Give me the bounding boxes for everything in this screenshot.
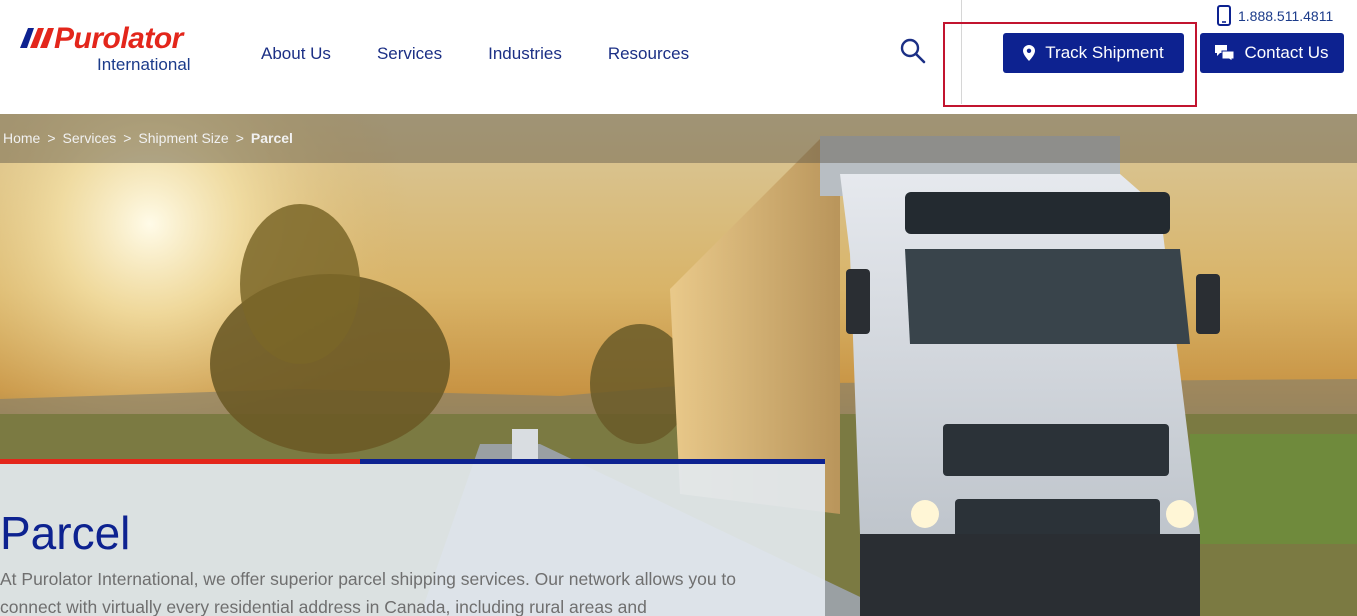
phone-number: 1.888.511.4811 xyxy=(1238,7,1334,24)
breadcrumb: Home > Services > Shipment Size > Parcel xyxy=(3,130,293,146)
breadcrumb-bar: Home > Services > Shipment Size > Parcel xyxy=(0,114,1357,163)
logo-brand-text: Purolator xyxy=(54,22,183,55)
search-icon[interactable] xyxy=(899,37,927,65)
logo-sub-text: International xyxy=(97,55,191,74)
breadcrumb-separator: > xyxy=(235,130,244,146)
phone-icon xyxy=(1217,5,1231,26)
location-pin-icon xyxy=(1023,45,1036,61)
nav-industries[interactable]: Industries xyxy=(488,44,562,64)
header-divider xyxy=(961,0,962,104)
breadcrumb-separator: > xyxy=(123,130,132,146)
nav-about-us[interactable]: About Us xyxy=(261,44,331,64)
contact-us-label: Contact Us xyxy=(1244,43,1329,62)
track-shipment-label: Track Shipment xyxy=(1045,43,1164,62)
hero-banner: Home > Services > Shipment Size > Parcel… xyxy=(0,114,1357,616)
phone-link[interactable]: 1.888.511.4811 xyxy=(1217,5,1333,26)
breadcrumb-shipment-size[interactable]: Shipment Size xyxy=(138,130,228,146)
track-shipment-button[interactable]: Track Shipment xyxy=(1003,33,1184,73)
contact-us-button[interactable]: Contact Us xyxy=(1200,33,1344,73)
page-title: Parcel xyxy=(0,507,131,559)
purolator-logo[interactable]: Purolator International xyxy=(18,22,210,76)
intro-text: At Purolator International, we offer sup… xyxy=(0,569,737,616)
nav-services[interactable]: Services xyxy=(377,44,442,64)
breadcrumb-separator: > xyxy=(47,130,56,146)
main-nav: About Us Services Industries Resources xyxy=(261,44,735,64)
site-header: Purolator International About Us Service… xyxy=(0,0,1357,114)
logo-slashes-icon xyxy=(20,28,54,48)
breadcrumb-current: Parcel xyxy=(250,130,293,146)
nav-resources[interactable]: Resources xyxy=(608,44,689,64)
breadcrumb-services[interactable]: Services xyxy=(63,130,117,146)
breadcrumb-home[interactable]: Home xyxy=(3,130,40,146)
chat-icon xyxy=(1215,45,1235,61)
